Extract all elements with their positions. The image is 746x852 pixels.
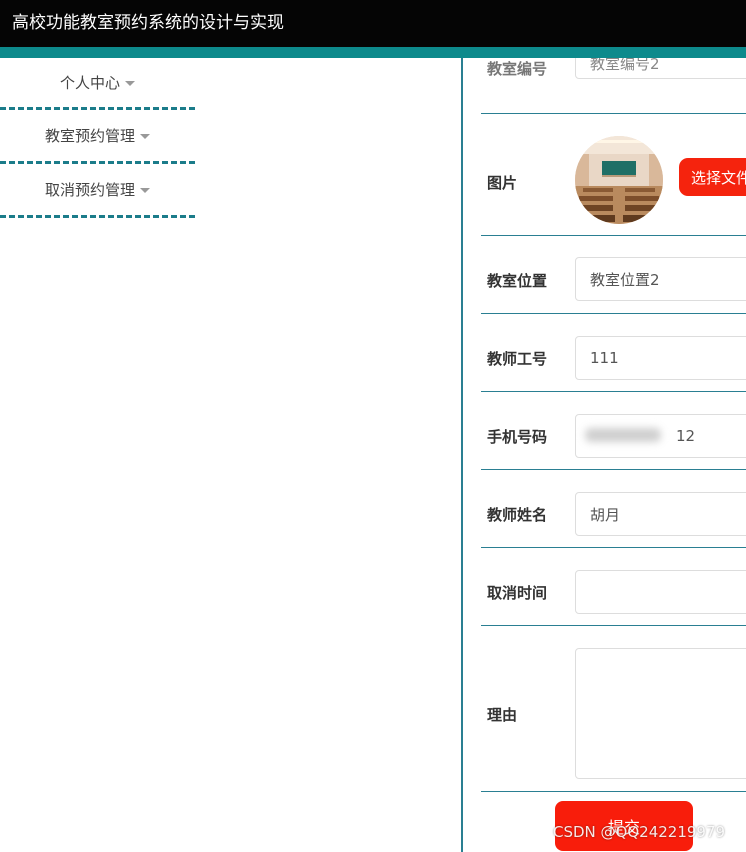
room-no-label: 教室编号 bbox=[487, 60, 548, 78]
sidebar-item-label: 取消预约管理 bbox=[44, 181, 135, 199]
teacher-id-field[interactable]: 111 bbox=[575, 336, 746, 380]
cancel-time-label: 取消时间 bbox=[487, 584, 548, 602]
chevron-down-icon bbox=[125, 81, 135, 86]
form-row-cancel-time: 取消时间 bbox=[481, 548, 746, 626]
choose-file-button[interactable]: 选择文件 bbox=[679, 158, 746, 196]
form-row-teacher-name: 教师姓名 胡月 bbox=[481, 470, 746, 548]
image-label: 图片 bbox=[487, 174, 518, 192]
accent-strip bbox=[0, 47, 746, 58]
cancel-time-field[interactable] bbox=[575, 570, 746, 614]
form-row-image: 图片 选择文件 bbox=[481, 114, 746, 236]
sidebar: 个人中心 教室预约管理 取消预约管理 bbox=[0, 58, 195, 218]
teacher-name-field[interactable]: 胡月 bbox=[575, 492, 746, 536]
redaction-blur bbox=[585, 428, 661, 442]
sidebar-item-label: 教室预约管理 bbox=[44, 127, 135, 145]
sidebar-item-room-booking-management[interactable]: 教室预约管理 bbox=[0, 110, 195, 164]
reason-label: 理由 bbox=[487, 706, 518, 724]
sidebar-item-personal-center[interactable]: 个人中心 bbox=[0, 58, 195, 110]
location-field[interactable]: 教室位置2 bbox=[575, 257, 746, 301]
reason-textarea[interactable] bbox=[575, 648, 746, 779]
sidebar-item-label: 个人中心 bbox=[59, 74, 120, 92]
watermark: CSDN @QQ242219979 bbox=[553, 823, 726, 841]
sidebar-item-cancel-booking-management[interactable]: 取消预约管理 bbox=[0, 164, 195, 218]
classroom-image bbox=[575, 136, 663, 224]
chevron-down-icon bbox=[140, 188, 150, 193]
booking-form: 教室编号 教室编号2 图片 选择文件 教室位置 教室位置2 教师工号 111 手… bbox=[461, 58, 746, 852]
phone-label: 手机号码 bbox=[487, 428, 548, 446]
form-row-phone: 手机号码 12 bbox=[481, 392, 746, 470]
form-row-location: 教室位置 教室位置2 bbox=[481, 236, 746, 314]
phone-value: 12 bbox=[676, 427, 696, 445]
form-row-teacher-id: 教师工号 111 bbox=[481, 314, 746, 392]
form-row-reason: 理由 bbox=[481, 626, 746, 792]
chevron-down-icon bbox=[140, 134, 150, 139]
location-label: 教室位置 bbox=[487, 272, 548, 290]
classroom-photo-icon bbox=[575, 136, 663, 224]
app-title: 高校功能教室预约系统的设计与实现 bbox=[12, 13, 284, 33]
teacher-name-label: 教师姓名 bbox=[487, 506, 548, 524]
top-bar: 高校功能教室预约系统的设计与实现 bbox=[0, 0, 746, 47]
form-row-room-no: 教室编号 教室编号2 bbox=[481, 58, 746, 114]
room-no-field[interactable]: 教室编号2 bbox=[575, 58, 746, 79]
teacher-id-label: 教师工号 bbox=[487, 350, 548, 368]
